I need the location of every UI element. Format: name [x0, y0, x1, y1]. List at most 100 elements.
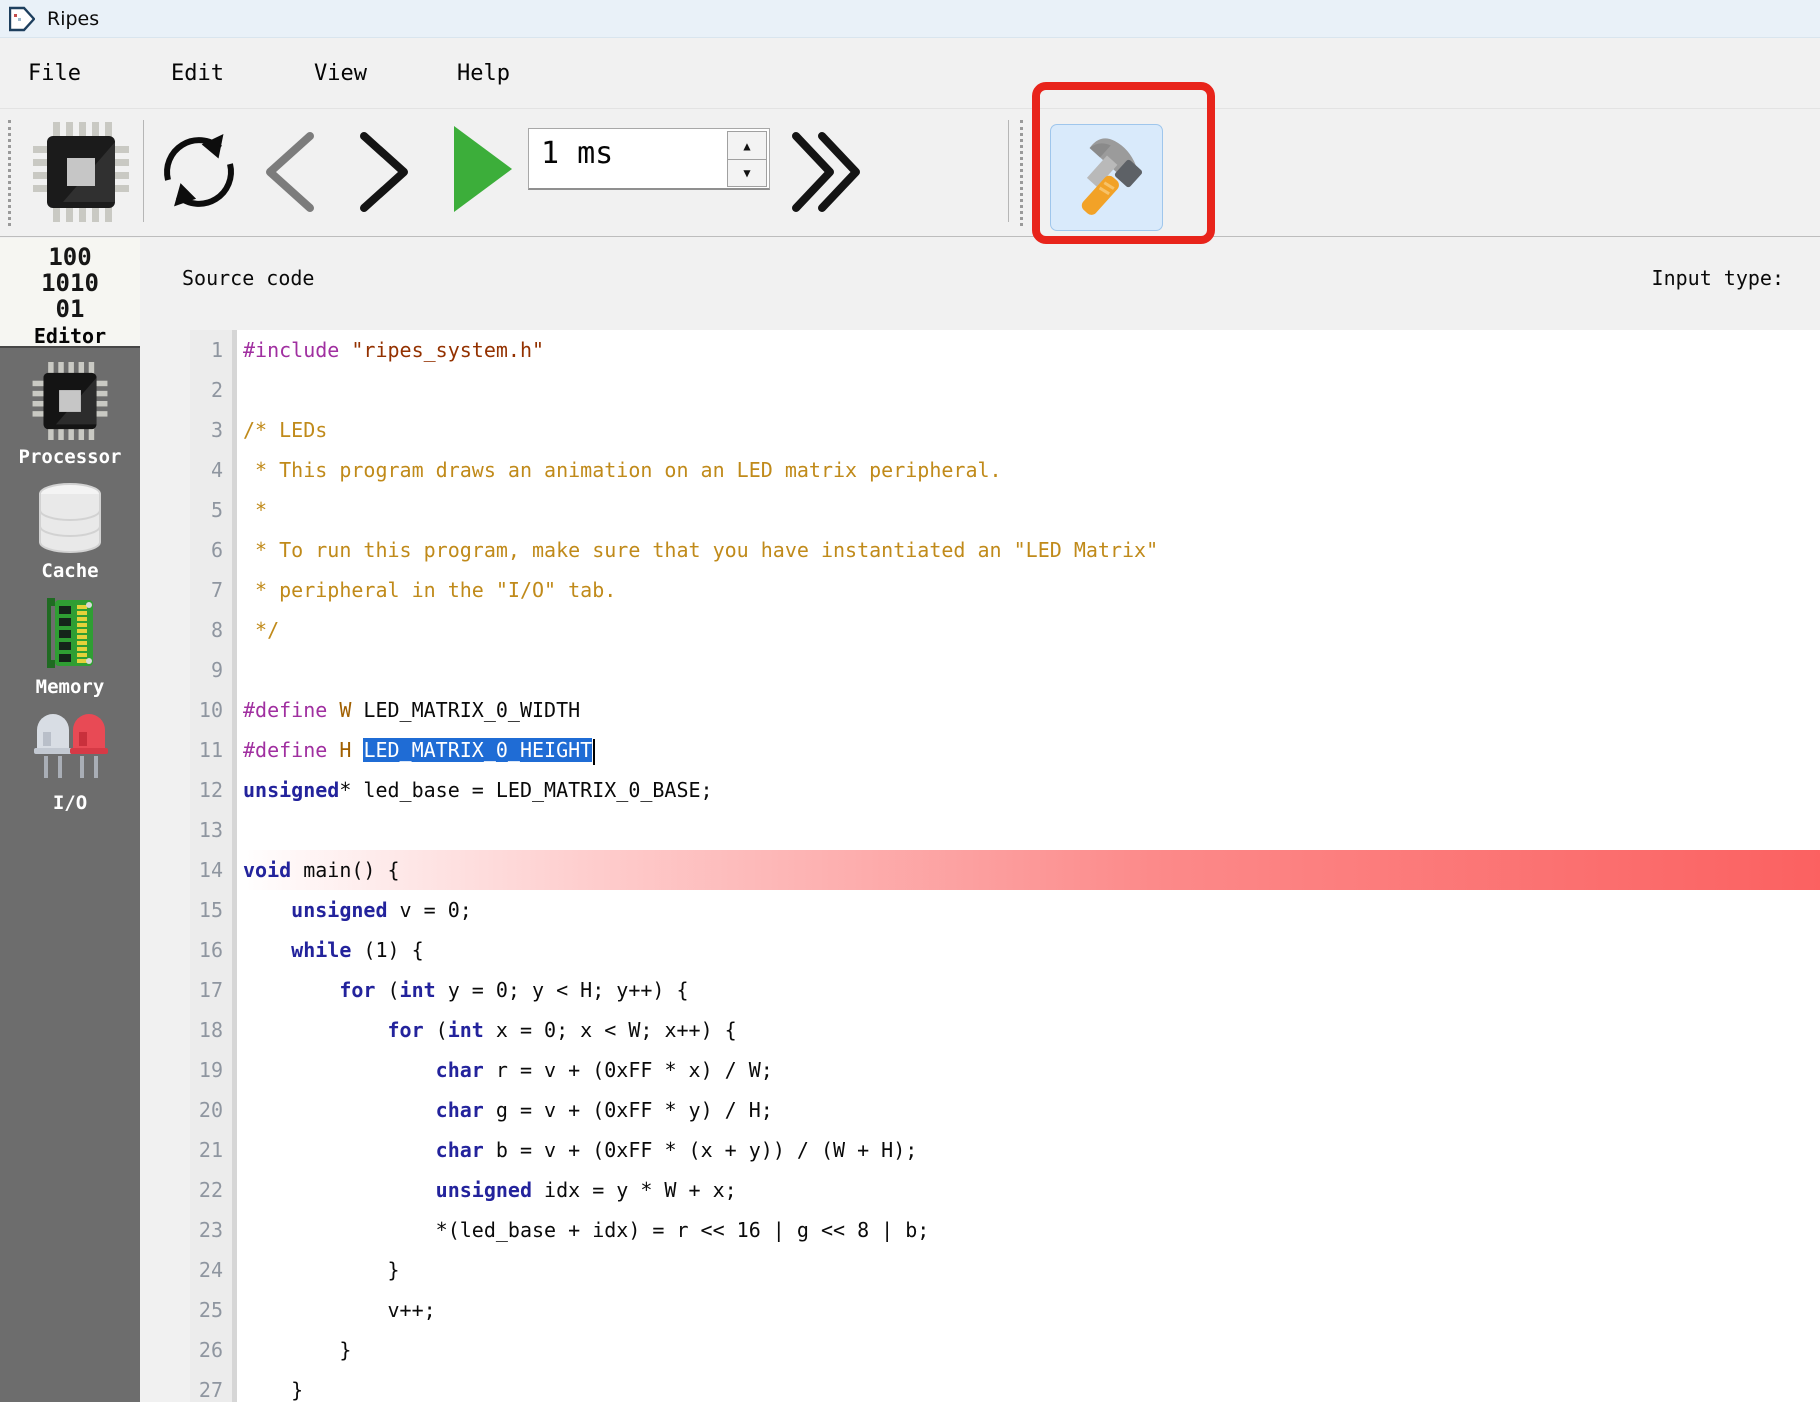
code-line[interactable]: 15 unsigned v = 0;: [190, 890, 1820, 930]
line-number: 3: [190, 410, 237, 450]
code-line[interactable]: 7 * peripheral in the "I/O" tab.: [190, 570, 1820, 610]
led-diodes-icon: [34, 714, 108, 778]
code-line-text: #define H LED_MATRIX_0_HEIGHT: [237, 730, 1820, 770]
code-line-text: char r = v + (0xFF * x) / W;: [435, 1058, 773, 1082]
title-bar: Ripes: [0, 0, 1820, 38]
ripes-logo-icon: [9, 6, 35, 31]
ram-stick-icon: [47, 598, 93, 668]
line-number: 10: [190, 690, 237, 730]
spin-down-button[interactable]: ▼: [727, 159, 767, 187]
sidebar: 100 1010 01 Editor Processor Cache Memor…: [0, 238, 140, 1402]
code-line[interactable]: 18 for (int x = 0; x < W; x++) {: [190, 1010, 1820, 1050]
code-line-text: }: [243, 1338, 352, 1362]
code-line-text: }: [243, 1258, 400, 1282]
double-chevron-icon[interactable]: [790, 132, 860, 212]
source-code-label: Source code: [182, 266, 315, 290]
line-number: 16: [190, 930, 237, 970]
line-number: 6: [190, 530, 237, 570]
build-button[interactable]: [1050, 124, 1163, 231]
sidebar-item-label: Processor: [18, 446, 122, 468]
line-number: 17: [190, 970, 237, 1010]
code-line[interactable]: 5 *: [190, 490, 1820, 530]
line-number: 24: [190, 1250, 237, 1290]
code-line-text: v++;: [243, 1298, 436, 1322]
code-line[interactable]: 12 unsigned* led_base = LED_MATRIX_0_BASE…: [190, 770, 1820, 810]
line-number: 5: [190, 490, 237, 530]
toolbar-drag-handle[interactable]: [8, 120, 11, 226]
code-line[interactable]: 10 #define W LED_MATRIX_0_WIDTH: [190, 690, 1820, 730]
menu-view[interactable]: View: [314, 61, 429, 86]
line-number: 25: [190, 1290, 237, 1330]
line-number: 22: [190, 1170, 237, 1210]
code-line[interactable]: 16 while (1) {: [190, 930, 1820, 970]
code-line-text: char g = v + (0xFF * y) / H;: [435, 1098, 773, 1122]
code-line[interactable]: 14 void main() {: [190, 850, 1820, 890]
sidebar-item-editor[interactable]: 100 1010 01 Editor: [0, 238, 140, 348]
code-line[interactable]: 23 *(led_base + idx) = r << 16 | g << 8 …: [190, 1210, 1820, 1250]
code-line[interactable]: 4 * This program draws an animation on a…: [190, 450, 1820, 490]
code-line-text: char b = v + (0xFF * (x + y)) / (W + H);: [435, 1138, 918, 1162]
code-line[interactable]: 9: [190, 650, 1820, 690]
speed-value: 1 ms: [541, 136, 614, 171]
input-type-label: Input type:: [1651, 266, 1784, 290]
line-number: 23: [190, 1210, 237, 1250]
sidebar-item-label: Editor: [33, 324, 107, 348]
sidebar-item-label: Cache: [41, 560, 99, 582]
chevron-right-icon[interactable]: [356, 132, 412, 212]
sidebar-item-cache[interactable]: Cache: [0, 482, 140, 582]
code-line[interactable]: 20 char g = v + (0xFF * y) / H;: [190, 1090, 1820, 1130]
code-line[interactable]: 19 char r = v + (0xFF * x) / W;: [190, 1050, 1820, 1090]
code-line[interactable]: 3/* LEDs: [190, 410, 1820, 450]
hammer-icon: [1081, 137, 1142, 215]
code-line-text: *: [243, 498, 268, 522]
line-number: 8: [190, 610, 237, 650]
code-line[interactable]: 22 unsigned idx = y * W + x;: [190, 1170, 1820, 1210]
chevron-left-icon[interactable]: [262, 132, 318, 212]
processor-chip-icon[interactable]: [33, 122, 129, 222]
code-editor[interactable]: 1 #include "ripes_system.h" 2 3/* LEDs 4 * T…: [190, 330, 1820, 1402]
code-line[interactable]: 2: [190, 370, 1820, 410]
code-line[interactable]: 6 * To run this program, make sure that …: [190, 530, 1820, 570]
line-number: 15: [190, 890, 237, 930]
code-line-text: #define W LED_MATRIX_0_WIDTH: [243, 698, 581, 722]
sidebar-item-io[interactable]: I/O: [0, 712, 140, 814]
code-line-text: * To run this program, make sure that yo…: [243, 538, 1159, 562]
code-line[interactable]: 27 }: [190, 1370, 1820, 1402]
code-line[interactable]: 8 */: [190, 610, 1820, 650]
code-line[interactable]: 13: [190, 810, 1820, 850]
code-line[interactable]: 25 v++;: [190, 1290, 1820, 1330]
code-line[interactable]: 26 }: [190, 1330, 1820, 1370]
line-number: 20: [190, 1090, 237, 1130]
circular-arrows-icon[interactable]: [156, 124, 242, 220]
code-line[interactable]: 1 #include "ripes_system.h": [190, 330, 1820, 370]
line-number: 21: [190, 1130, 237, 1170]
green-play-icon[interactable]: [452, 124, 514, 214]
line-number: 7: [190, 570, 237, 610]
line-number: 12: [190, 770, 237, 810]
code-line[interactable]: 21 char b = v + (0xFF * (x + y)) / (W + …: [190, 1130, 1820, 1170]
menu-bar: File Edit View Help: [0, 38, 1820, 109]
toolbar-drag-handle[interactable]: [1020, 120, 1023, 226]
line-number: 11: [190, 730, 237, 770]
code-line[interactable]: 24 }: [190, 1250, 1820, 1290]
code-line[interactable]: 11 #define H LED_MATRIX_0_HEIGHT: [190, 730, 1820, 770]
code-lines: 1 #include "ripes_system.h" 2 3/* LEDs 4 * T…: [190, 330, 1820, 1402]
code-line-text: */: [243, 618, 280, 642]
menu-file[interactable]: File: [28, 61, 143, 86]
speed-spinbox[interactable]: 1 ms ▲ ▼: [528, 128, 770, 190]
code-line-text: unsigned idx = y * W + x;: [435, 1178, 737, 1202]
code-line-text: #include "ripes_system.h": [243, 338, 545, 362]
sidebar-item-processor[interactable]: Processor: [0, 362, 140, 468]
menu-edit[interactable]: Edit: [171, 61, 286, 86]
sidebar-item-memory[interactable]: Memory: [0, 596, 140, 698]
sidebar-item-label: Memory: [35, 676, 105, 698]
code-line[interactable]: 17 for (int y = 0; y < H; y++) {: [190, 970, 1820, 1010]
spin-up-button[interactable]: ▲: [727, 131, 767, 159]
line-number: 26: [190, 1330, 237, 1370]
menu-help[interactable]: Help: [457, 61, 572, 86]
line-number: 9: [190, 650, 237, 690]
line-number: 27: [190, 1370, 237, 1402]
